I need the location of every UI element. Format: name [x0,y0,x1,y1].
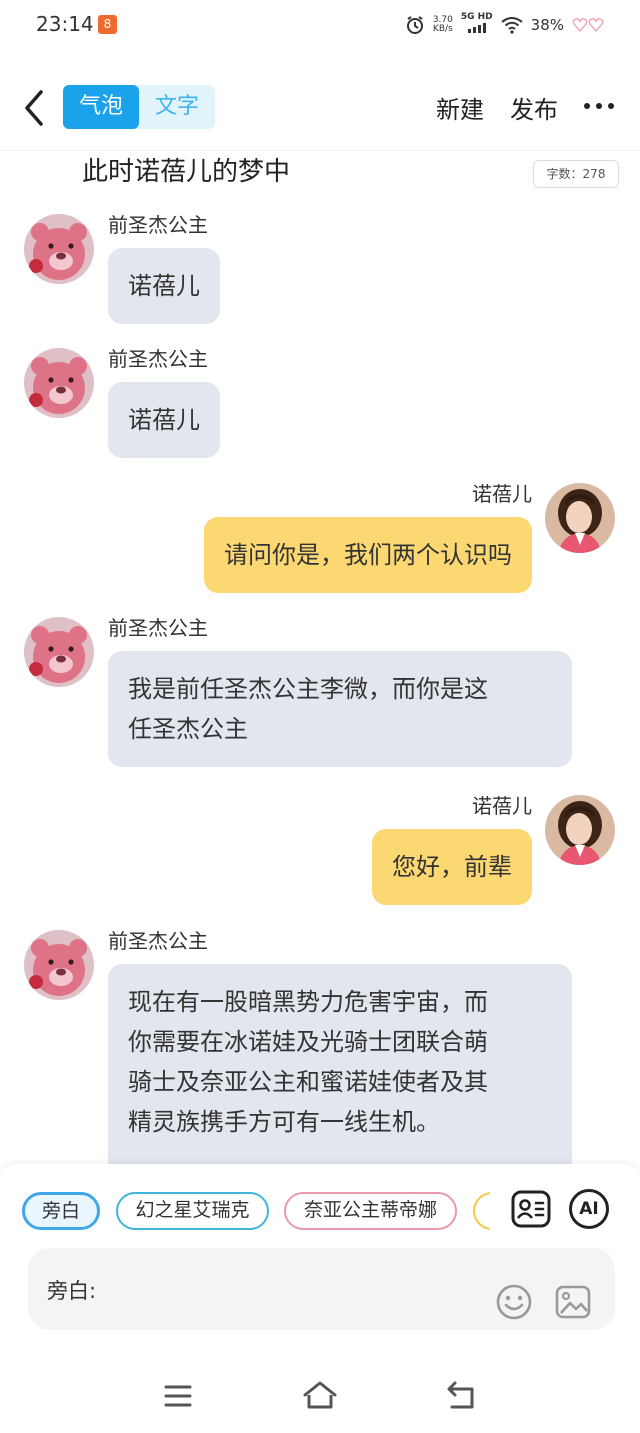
scene-title: 此时诺蓓儿的梦中 [82,157,291,187]
pink-bear-avatar[interactable] [24,930,94,1000]
message-line: 任圣杰公主 [128,715,248,743]
header: 气泡 文字 新建 发布 [0,74,640,140]
message-sender: 诺蓓儿 [472,794,532,818]
battery-level: 38% [530,15,564,34]
tab-bubble[interactable]: 气泡 [63,85,139,129]
message-bubble[interactable]: 现在有一股暗黑势力危害宇宙，而 你需要在冰诺娃及光骑士团联合萌 骑士及奈亚公主和… [108,964,572,1174]
input-label: 旁白: [47,1279,97,1303]
message-line: 精灵族携手方可有一线生机。 [128,1108,440,1136]
alarm-icon [406,15,423,34]
app-notification-icon: 8 [98,15,117,34]
girl-avatar[interactable] [545,795,615,865]
message-line: 现在有一股暗黑势力危害宇宙，而 [128,988,488,1016]
message-line: 你需要在冰诺娃及光骑士团联合萌 [128,1028,488,1056]
system-nav-bar [0,1359,640,1433]
more-options-icon[interactable] [584,90,614,122]
wifi-icon [501,16,523,34]
character-card-icon[interactable] [511,1189,551,1229]
emoji-icon[interactable] [495,1283,533,1321]
message-sender: 前圣杰公主 [108,929,208,953]
message-bubble[interactable]: 请问你是，我们两个认识吗 [204,517,532,593]
message-bubble[interactable]: 我是前任圣杰公主李微，而你是这 任圣杰公主 [108,651,572,767]
narration-input[interactable]: 旁白: [28,1248,615,1330]
pink-bear-avatar[interactable] [24,617,94,687]
network-speed: 3.70 KB/s [432,14,453,34]
heart-icon [572,17,604,32]
message-sender: 前圣杰公主 [108,347,208,371]
role-chip[interactable]: 幻之星艾瑞克 [116,1192,269,1230]
message-sender: 诺蓓儿 [472,482,532,506]
role-chip[interactable]: 奈亚公主蒂帝娜 [284,1192,457,1230]
tab-text[interactable]: 文字 [139,85,215,129]
message-sender: 前圣杰公主 [108,616,208,640]
message-bubble[interactable]: 诺蓓儿 [108,248,220,324]
back-icon[interactable] [444,1379,480,1413]
status-time: 23:14 [36,12,94,36]
home-icon[interactable] [301,1379,339,1413]
girl-avatar[interactable] [545,483,615,553]
composer-panel: 旁白 幻之星艾瑞克 奈亚公主蒂帝娜 AI 旁白: [0,1164,640,1359]
network-type: 5G HD [461,13,493,36]
ai-button[interactable]: AI [569,1189,609,1229]
pink-bear-avatar[interactable] [24,348,94,418]
message-line: 我是前任圣杰公主李微，而你是这 [128,675,488,703]
word-count-badge: 字数：278 [533,160,619,188]
status-indicators: 3.70 KB/s 5G HD 38% [405,13,606,36]
message-bubble[interactable]: 您好，前辈 [372,829,532,905]
image-icon[interactable] [554,1283,592,1321]
role-chip-narrator[interactable]: 旁白 [22,1192,100,1230]
publish-button[interactable]: 发布 [510,90,558,125]
back-arrow-icon[interactable] [22,88,46,128]
mode-toggle: 气泡 文字 [63,85,215,129]
message-line: 骑士及奈亚公主和蜜诺娃使者及其 [128,1068,488,1096]
menu-icon[interactable] [162,1381,194,1411]
signal-icon [467,23,486,33]
message-bubble[interactable]: 诺蓓儿 [108,382,220,458]
chip-scroll-edge [490,1184,506,1238]
new-button[interactable]: 新建 [436,90,484,125]
pink-bear-avatar[interactable] [24,214,94,284]
status-bar: 23:14 8 3.70 KB/s 5G HD 38% [0,0,640,50]
message-sender: 前圣杰公主 [108,213,208,237]
